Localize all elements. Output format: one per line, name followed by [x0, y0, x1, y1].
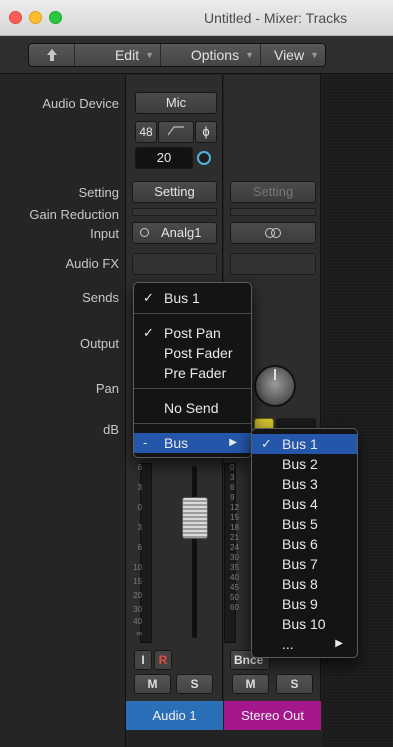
view-menu[interactable]: View ▼ [261, 44, 325, 66]
title-bar: Untitled - Mixer: Tracks [0, 0, 393, 36]
strip1-input-label: Analg1 [161, 225, 202, 240]
phase-invert-button[interactable]: ϕ [195, 121, 217, 143]
menu-item-prefix: - [143, 435, 148, 450]
strip1-fader-scale: 6 3 0 3 6 10 15 20 30 40 ∞ [133, 463, 142, 638]
label-sends: Sends [82, 290, 119, 305]
strip1-input-button[interactable]: Analg1 [132, 222, 217, 244]
menu-item-post-pan[interactable]: ✓ Post Pan [134, 323, 251, 343]
bus-item-7[interactable]: Bus 7 [252, 554, 357, 574]
label-setting: Setting [78, 185, 119, 200]
menu-item-post-fader[interactable]: Post Fader [134, 343, 251, 363]
strip2-input-button[interactable] [230, 222, 316, 244]
bus-item-4[interactable]: Bus 4 [252, 494, 357, 514]
toolbar: Edit ▼ Options ▼ View ▼ [0, 36, 393, 74]
window-title: Untitled - Mixer: Tracks [204, 10, 348, 26]
gain-knob-icon[interactable] [197, 151, 211, 165]
strip1-audio-fx-slot[interactable] [132, 253, 217, 275]
strip2-setting-button[interactable]: Setting [230, 181, 316, 203]
up-arrow-icon [46, 49, 57, 61]
audio-device-button[interactable]: Mic [135, 92, 217, 114]
strip1-solo-button[interactable]: S [176, 674, 213, 694]
menu-item-no-send[interactable]: No Send [134, 398, 251, 418]
strip2-meter-scale: 0 3 6 9 12 15 18 21 24 30 35 40 45 50 60 [230, 463, 239, 612]
bus-item-3[interactable]: Bus 3 [252, 474, 357, 494]
label-audio-device: Audio Device [42, 96, 119, 111]
label-pan: Pan [95, 381, 119, 396]
strip2-track-name[interactable]: Stereo Out [224, 701, 321, 730]
mono-circle-icon [140, 228, 149, 237]
toolbar-button-group: Edit ▼ Options ▼ View ▼ [28, 43, 326, 67]
menu-separator [134, 313, 251, 314]
options-menu-label: Options [190, 47, 240, 63]
strip1-fader-track [192, 466, 197, 638]
bus-item-9[interactable]: Bus 9 [252, 594, 357, 614]
strip1-input-monitor-button[interactable]: I [134, 650, 152, 670]
bus-submenu: ✓ Bus 1 Bus 2 Bus 3 Bus 4 Bus 5 Bus 6 Bus… [251, 428, 358, 658]
bus-item-8[interactable]: Bus 8 [252, 574, 357, 594]
bus-item-10[interactable]: Bus 10 [252, 614, 357, 634]
checkmark-icon: ✓ [261, 436, 272, 451]
bus-item-1[interactable]: ✓ Bus 1 [252, 434, 357, 454]
menu-separator [134, 388, 251, 389]
bus-item-more[interactable]: ... ▶ [252, 634, 357, 654]
checkmark-icon: ✓ [143, 325, 154, 340]
strip1-volume-fader[interactable] [182, 497, 208, 539]
back-button[interactable] [29, 44, 75, 66]
menu-item-pre-fader[interactable]: Pre Fader [134, 363, 251, 383]
input-gain-field[interactable]: 20 [135, 147, 193, 169]
label-input: Input [90, 226, 119, 241]
edit-menu[interactable]: Edit ▼ [75, 44, 161, 66]
menu-item-bus-1[interactable]: ✓ Bus 1 [134, 288, 251, 308]
sends-popup-menu: ✓ Bus 1 ✓ Post Pan Post Fader Pre Fader No… [133, 282, 252, 458]
strip1-gain-reduction-meter [132, 208, 217, 216]
label-audio-fx: Audio FX [65, 256, 119, 271]
view-menu-label: View [273, 47, 305, 63]
close-window-button[interactable] [9, 11, 22, 24]
strip1-mute-button[interactable]: M [134, 674, 171, 694]
stereo-link-icon [265, 228, 281, 238]
label-db: dB [103, 422, 119, 437]
bus-item-2[interactable]: Bus 2 [252, 454, 357, 474]
strip1-track-name[interactable]: Audio 1 [126, 701, 223, 730]
strip2-pan-knob[interactable] [254, 365, 296, 407]
minimize-window-button[interactable] [29, 11, 42, 24]
strip2-solo-button[interactable]: S [276, 674, 313, 694]
strip2-mute-button[interactable]: M [232, 674, 269, 694]
chevron-down-icon: ▼ [245, 50, 254, 60]
options-menu[interactable]: Options ▼ [161, 44, 261, 66]
chevron-down-icon: ▼ [310, 50, 319, 60]
strip2-audio-fx-slot[interactable] [230, 253, 316, 275]
submenu-arrow-icon: ▶ [335, 638, 343, 649]
low-cut-button[interactable] [158, 121, 194, 143]
checkmark-icon: ✓ [143, 290, 154, 305]
menu-item-bus-submenu[interactable]: - Bus ▶ [134, 433, 251, 453]
zoom-window-button[interactable] [49, 11, 62, 24]
menu-separator [134, 423, 251, 424]
label-output: Output [79, 336, 119, 351]
bus-item-5[interactable]: Bus 5 [252, 514, 357, 534]
buffer-size-field[interactable]: 48 [135, 121, 157, 143]
strip1-setting-button[interactable]: Setting [132, 181, 217, 203]
label-gain-reduction: Gain Reduction [29, 207, 119, 222]
bus-item-6[interactable]: Bus 6 [252, 534, 357, 554]
strip2-gain-reduction-meter [230, 208, 316, 216]
chevron-down-icon: ▼ [145, 50, 154, 60]
row-labels-column [0, 75, 126, 747]
submenu-arrow-icon: ▶ [229, 437, 237, 448]
strip1-record-button[interactable]: R [154, 650, 172, 670]
low-cut-filter-icon [167, 126, 184, 136]
edit-menu-label: Edit [114, 47, 140, 63]
